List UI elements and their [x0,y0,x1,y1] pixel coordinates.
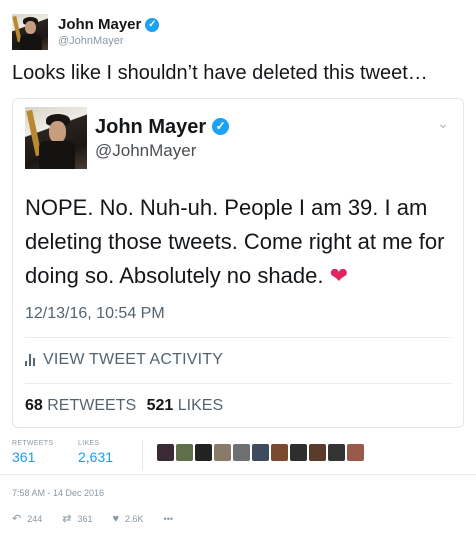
like-button[interactable]: ♥ 2.6K [113,513,144,525]
more-icon: ••• [163,513,173,524]
likes-value[interactable]: 2,631 [78,449,113,465]
verified-badge-icon: ✓ [145,17,160,32]
liker-avatar[interactable] [309,444,326,461]
tweet-timestamp[interactable]: 7:58 AM - 14 Dec 2016 [12,488,104,498]
view-tweet-activity-label: VIEW TWEET ACTIVITY [43,351,224,368]
liker-avatar[interactable] [252,444,269,461]
liker-avatar[interactable] [176,444,193,461]
quoted-tweet[interactable]: John Mayer ✓ @JohnMayer ⌄ NOPE. No. Nuh-… [12,98,464,428]
engagement-row: RETWEETS 361 LIKES 2,631 [12,440,464,470]
liker-avatar[interactable] [290,444,307,461]
liker-avatar[interactable] [195,444,212,461]
verified-badge-icon: ✓ [212,118,230,136]
divider [25,383,451,384]
heart-emoji-icon: ❤ [329,263,349,288]
quoted-user-handle[interactable]: @JohnMayer [95,141,229,161]
liker-avatar[interactable] [214,444,231,461]
reply-icon: ↶ [12,513,22,525]
reply-count: 244 [27,513,43,524]
quoted-tweet-header: John Mayer ✓ @JohnMayer [25,107,230,169]
liker-avatars [157,444,364,461]
liker-avatar[interactable] [347,444,364,461]
retweets-value[interactable]: 361 [12,449,53,465]
retweet-button[interactable]: ⇄ 361 [62,512,92,525]
tweet-actions: ↶ 244 ⇄ 361 ♥ 2.6K ••• [12,512,193,526]
retweet-icon: ⇄ [62,513,72,525]
liker-avatar[interactable] [271,444,288,461]
quoted-retweets-label: RETWEETS [47,397,137,414]
quoted-tweet-body: NOPE. No. Nuh-uh. People I am 39. I am d… [25,195,445,288]
likes-stat[interactable]: LIKES 2,631 [78,440,113,465]
quoted-avatar[interactable] [25,107,87,169]
avatar[interactable] [12,14,48,50]
tweet-header: John Mayer ✓ @JohnMayer [12,10,160,54]
retweets-label: RETWEETS [12,440,54,447]
more-button[interactable]: ••• [164,514,173,524]
user-handle[interactable]: @JohnMayer [58,35,159,47]
divider [0,474,476,475]
likes-label: LIKES [78,440,100,447]
quoted-display-name[interactable]: John Mayer [95,116,206,138]
divider [142,440,143,470]
divider [25,337,451,338]
quoted-tweet-stats: 68 RETWEETS 521 LIKES [25,397,223,415]
quoted-likes-count[interactable]: 521 [147,397,174,414]
author-block: John Mayer ✓ @JohnMayer [58,16,160,48]
view-tweet-activity-link[interactable]: VIEW TWEET ACTIVITY [25,351,223,369]
quoted-tweet-time[interactable]: 12/13/16, 10:54 PM [25,305,165,323]
quoted-tweet-text: NOPE. No. Nuh-uh. People I am 39. I am d… [25,191,445,293]
quoted-likes-label: LIKES [177,397,224,414]
like-count: 2.6K [125,513,144,524]
liker-avatar[interactable] [328,444,345,461]
retweets-stat[interactable]: RETWEETS 361 [12,440,53,465]
display-name[interactable]: John Mayer [58,16,141,34]
reply-button[interactable]: ↶ 244 [12,512,42,525]
quoted-author-block: John Mayer ✓ @JohnMayer [95,116,230,161]
liker-avatar[interactable] [157,444,174,461]
bar-chart-icon [25,354,35,366]
liker-avatar[interactable] [233,444,250,461]
quoted-retweets-count[interactable]: 68 [25,397,43,414]
heart-icon: ♥ [112,512,120,525]
tweet-text: Looks like I shouldn’t have deleted this… [12,62,428,84]
chevron-down-icon[interactable]: ⌄ [437,115,449,132]
retweet-count: 361 [77,513,93,524]
